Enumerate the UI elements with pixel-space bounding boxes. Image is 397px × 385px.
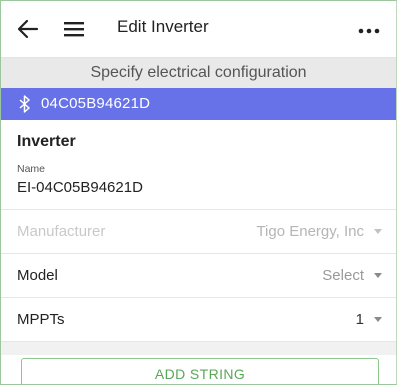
manufacturer-value: Tigo Energy, Inc: [256, 223, 364, 240]
chevron-down-icon[interactable]: [374, 273, 382, 278]
section-divider: [1, 341, 396, 355]
top-app-bar: Edit Inverter: [1, 1, 396, 58]
chevron-down-icon: [374, 229, 382, 234]
page-title: Edit Inverter: [117, 17, 209, 36]
hamburger-menu-icon[interactable]: [63, 20, 85, 38]
model-select[interactable]: Model Select: [1, 253, 396, 298]
model-label: Model: [17, 267, 58, 284]
inverter-section-title: Inverter: [17, 133, 76, 150]
name-field[interactable]: EI-04C05B94621D: [17, 179, 143, 196]
bluetooth-icon: [19, 95, 30, 113]
mppts-value[interactable]: 1: [356, 311, 364, 328]
add-string-button[interactable]: ADD STRING: [21, 358, 379, 384]
name-field-label: Name: [17, 163, 46, 175]
arrow-left-icon[interactable]: [17, 19, 39, 39]
model-value[interactable]: Select: [322, 267, 364, 284]
section-subheader: Specify electrical configuration: [1, 58, 396, 88]
device-id: 04C05B94621D: [41, 95, 151, 112]
app-screen: Edit Inverter Specify electrical configu…: [0, 0, 397, 385]
manufacturer-label: Manufacturer: [17, 223, 106, 240]
more-horizontal-icon[interactable]: [355, 27, 383, 35]
chevron-down-icon[interactable]: [374, 317, 382, 322]
mppts-label: MPPTs: [17, 311, 65, 328]
mppts-select[interactable]: MPPTs 1: [1, 297, 396, 342]
manufacturer-select: Manufacturer Tigo Energy, Inc: [1, 209, 396, 254]
device-bar: 04C05B94621D: [1, 88, 396, 120]
